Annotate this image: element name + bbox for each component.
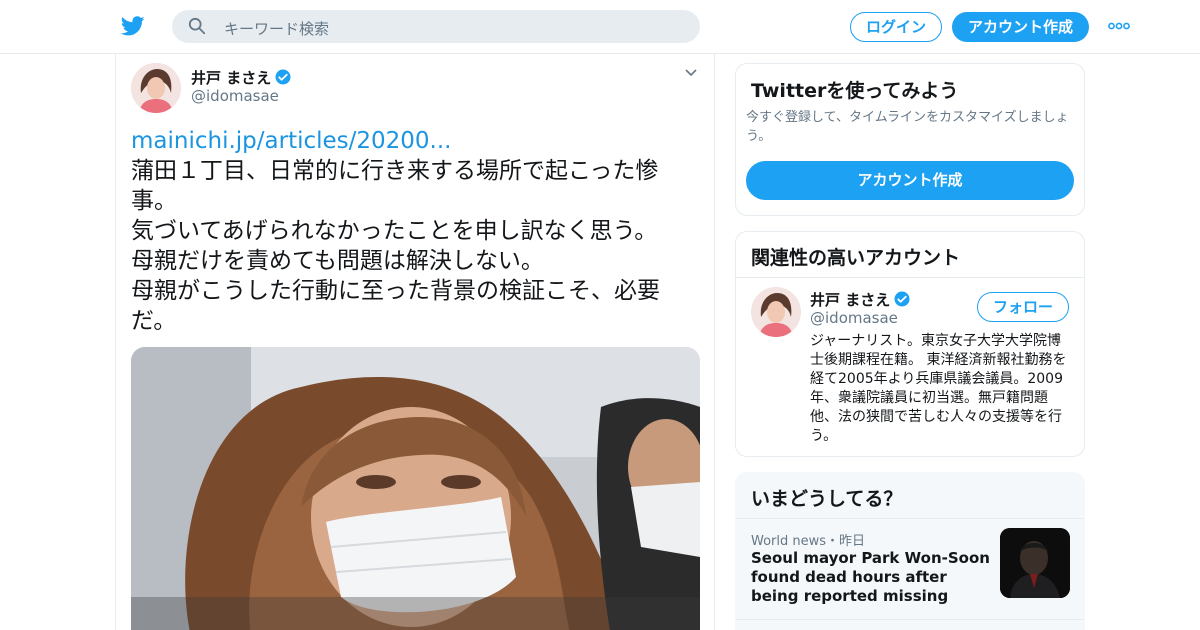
- trend-item-meta: World news・昨日: [751, 534, 866, 549]
- signup-button[interactable]: アカウント作成: [952, 12, 1089, 42]
- tweet-text: mainichi.jp/articles/20200... 蒲田１丁目、日常的に…: [131, 126, 701, 336]
- trends-title: いまどうしてる？: [751, 488, 903, 510]
- trend-item-headline[interactable]: Seoul mayor Park Won-Soon found dead hou…: [751, 549, 996, 606]
- signup-card-description: 今すぐ登録して、タイムラインをカスタマイズしましょう。: [746, 110, 1069, 144]
- more-dots-icon[interactable]: [1108, 20, 1130, 32]
- tweet-line: 母親だけを責めても問題は解決しない。: [131, 248, 544, 274]
- tweet-link[interactable]: mainichi.jp/articles/20200...: [131, 126, 701, 156]
- author-name[interactable]: 井戸 まさえ: [191, 67, 271, 88]
- search-icon: [188, 17, 206, 35]
- trend-item-thumbnail[interactable]: [1000, 528, 1070, 598]
- divider: [736, 277, 1084, 278]
- twitter-bird-icon[interactable]: [120, 14, 146, 38]
- divider: [736, 619, 1084, 620]
- tweet-line: 蒲田１丁目、日常的に行き来する場所で起こった惨: [131, 158, 659, 184]
- related-accounts-card: 関連性の高いアカウント 井戸 まさえ @idomasae フォロー ジャーナリス…: [735, 231, 1085, 457]
- chevron-down-icon[interactable]: [684, 68, 698, 78]
- tweet-line: 気づいてあげられなかったことを申し訳なく思う。: [131, 218, 658, 244]
- tweet-line: だ。: [131, 308, 177, 334]
- signup-card-button[interactable]: アカウント作成: [746, 161, 1074, 200]
- verified-badge-icon: [275, 69, 291, 85]
- tweet-line: 母親がこうした行動に至った背景の検証こそ、必要: [131, 278, 660, 304]
- search-input[interactable]: キーワード検索: [224, 18, 329, 39]
- trends-card: いまどうしてる？ World news・昨日 Seoul mayor Park …: [735, 472, 1085, 630]
- avatar-image: [131, 63, 181, 113]
- avatar[interactable]: [131, 63, 181, 113]
- news-photo-image: [131, 347, 700, 630]
- divider: [736, 518, 1084, 519]
- related-account-avatar[interactable]: [751, 287, 801, 337]
- trend-thumbnail-image: [1000, 528, 1070, 598]
- related-account-handle[interactable]: @idomasae: [810, 309, 898, 327]
- login-button[interactable]: ログイン: [850, 12, 942, 42]
- tweet-line: 事。: [131, 188, 177, 214]
- verified-badge-icon: [894, 291, 910, 307]
- related-account-bio: ジャーナリスト。東京女子大学大学院博士後期課程在籍。 東洋経済新報社勤務を経て2…: [810, 333, 1067, 444]
- follow-button[interactable]: フォロー: [977, 292, 1069, 322]
- author-handle[interactable]: @idomasae: [191, 87, 279, 105]
- avatar-image: [751, 287, 801, 337]
- search-bar[interactable]: キーワード検索: [172, 10, 700, 43]
- signup-card: Twitterを使ってみよう 今すぐ登録して、タイムラインをカスタマイズしましょ…: [735, 63, 1085, 216]
- top-navigation-bar: キーワード検索 ログイン アカウント作成: [0, 0, 1200, 54]
- related-accounts-title: 関連性の高いアカウント: [751, 247, 961, 269]
- tweet-photo[interactable]: [131, 347, 700, 630]
- related-account-name[interactable]: 井戸 まさえ: [810, 289, 890, 310]
- signup-card-title: Twitterを使ってみよう: [751, 80, 959, 102]
- tweet-column: 井戸 まさえ @idomasae mainichi.jp/articles/20…: [115, 54, 715, 630]
